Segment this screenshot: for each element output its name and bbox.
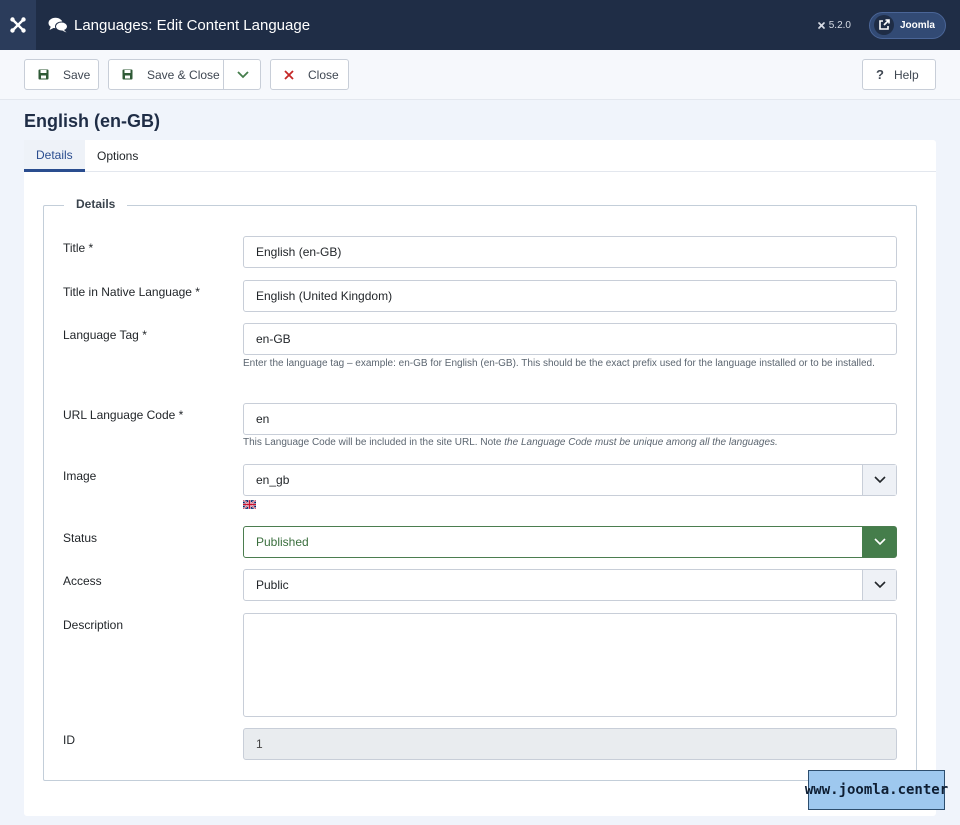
- url-code-label: URL Language Code *: [63, 408, 184, 422]
- id-field: 1: [243, 728, 897, 760]
- save-label: Save: [63, 67, 91, 82]
- image-label: Image: [63, 469, 97, 483]
- uk-flag-icon: [243, 500, 256, 509]
- joomla-small-icon: [817, 21, 825, 29]
- toolbar: Save Save & Close Close ? Help: [0, 50, 960, 100]
- title-input[interactable]: English (en-GB): [243, 236, 897, 268]
- access-label: Access: [63, 574, 102, 588]
- id-value: 1: [256, 737, 263, 751]
- fieldset-legend: Details: [64, 197, 128, 211]
- language-tag-value: en-GB: [256, 332, 291, 346]
- close-label: Close: [308, 67, 339, 82]
- status-select[interactable]: Published: [243, 526, 897, 558]
- view-site-button[interactable]: Joomla: [868, 11, 946, 39]
- native-title-label: Title in Native Language *: [63, 285, 200, 299]
- comments-icon: [48, 17, 68, 33]
- url-code-input[interactable]: en: [243, 403, 897, 435]
- language-tag-label: Language Tag *: [63, 328, 147, 342]
- tab-options[interactable]: Options: [85, 140, 150, 172]
- watermark-badge: www.joomla.center: [805, 770, 948, 810]
- status-value: Published: [256, 535, 309, 549]
- native-title-input[interactable]: English (United Kingdom): [243, 280, 897, 312]
- chevron-down-icon: [862, 465, 896, 495]
- admin-header: Languages: Edit Content Language 5.2.0 J…: [0, 0, 960, 50]
- page-heading: Languages: Edit Content Language: [48, 17, 310, 34]
- help-button[interactable]: ? Help: [862, 59, 936, 90]
- chevron-down-icon: [862, 570, 896, 600]
- image-select[interactable]: en_gb: [243, 464, 897, 496]
- close-icon: [284, 69, 294, 80]
- tab-details[interactable]: Details: [24, 140, 85, 172]
- joomla-logo[interactable]: [0, 0, 36, 50]
- access-select[interactable]: Public: [243, 569, 897, 601]
- title-value: English (en-GB): [256, 245, 342, 259]
- joomla-logo-icon: [10, 17, 26, 33]
- save-icon: [38, 69, 49, 80]
- tab-bar: Details Options: [24, 140, 936, 172]
- access-value: Public: [256, 578, 289, 592]
- save-close-button[interactable]: Save & Close: [108, 59, 261, 90]
- save-icon: [122, 69, 133, 80]
- chevron-down-icon: [236, 70, 249, 78]
- form-heading: English (en-GB): [24, 111, 160, 131]
- version-info: 5.2.0: [817, 20, 851, 31]
- id-label: ID: [63, 733, 75, 747]
- description-textarea[interactable]: [243, 613, 897, 717]
- native-title-value: English (United Kingdom): [256, 289, 393, 303]
- chevron-down-icon: [862, 527, 896, 557]
- status-label: Status: [63, 531, 98, 545]
- image-value: en_gb: [256, 473, 290, 487]
- version-number: 5.2.0: [828, 19, 851, 31]
- title-label: Title *: [63, 241, 94, 255]
- language-tag-input[interactable]: en-GB: [243, 323, 897, 355]
- question-icon: ?: [876, 67, 884, 82]
- help-label: Help: [893, 67, 919, 82]
- page-title: Languages: Edit Content Language: [74, 16, 311, 34]
- save-close-label: Save & Close: [147, 67, 220, 82]
- description-label: Description: [63, 618, 124, 632]
- save-options-dropdown[interactable]: [223, 60, 261, 89]
- url-code-help: This Language Code will be included in t…: [243, 437, 778, 448]
- language-tag-help: Enter the language tag – example: en-GB …: [243, 358, 875, 369]
- save-button[interactable]: Save: [24, 59, 99, 90]
- url-code-value: en: [256, 412, 270, 426]
- external-link-icon: [873, 15, 894, 35]
- close-button[interactable]: Close: [270, 59, 349, 90]
- site-name: Joomla: [899, 19, 935, 31]
